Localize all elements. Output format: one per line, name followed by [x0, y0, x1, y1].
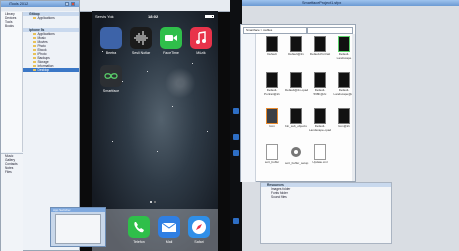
file-item[interactable]: Default-Landscape~ipad: [309, 108, 331, 132]
image-thumbnail: [314, 36, 326, 52]
infinity-icon: [104, 73, 118, 79]
battery-icon: [205, 15, 214, 18]
sidebar-tree: Gitbop Applications iphone 5s Applicatio…: [23, 12, 79, 72]
status-bar: Servis Yok 18:02: [92, 13, 218, 20]
document-icon: [314, 144, 326, 160]
image-thumbnail: [290, 36, 302, 52]
explorer-nav-pane: [241, 34, 256, 182]
sublime-icon: [266, 108, 278, 124]
side-button[interactable]: [233, 150, 239, 156]
dock-label: Telefon: [133, 240, 145, 244]
compass-icon: [192, 220, 206, 234]
file-grid: Default Default@2x Default-Portrait Defa…: [257, 36, 355, 181]
switcher-preview: [55, 214, 101, 244]
gear-icon: [291, 147, 301, 157]
music-icon[interactable]: [190, 27, 212, 49]
ide-title: SmartfaceProject1.sfpx: [302, 1, 342, 5]
status-carrier: Servis Yok: [95, 14, 114, 19]
file-item[interactable]: Update.xml: [309, 144, 331, 164]
image-thumbnail: [266, 72, 278, 88]
image-thumbnail: [314, 108, 326, 124]
file-item[interactable]: Default-Portrait: [309, 36, 331, 56]
file-item[interactable]: Default-Portrait@2x: [261, 72, 283, 96]
app-label: Müzik: [196, 51, 206, 55]
file-item[interactable]: Default@2x: [285, 36, 307, 56]
envelope-icon: [161, 222, 177, 232]
file-item[interactable]: Default-568h@2x: [309, 72, 331, 96]
file-item[interactable]: sort_buffer_setup: [285, 144, 308, 165]
close-button[interactable]: [71, 2, 75, 6]
side-button[interactable]: [233, 218, 239, 224]
side-button[interactable]: [233, 108, 239, 114]
status-time: 18:02: [148, 14, 159, 19]
image-thumbnail: [314, 72, 326, 88]
facetime-icon[interactable]: [160, 27, 182, 49]
file-item[interactable]: bin_sub_objects: [285, 108, 307, 128]
app-label: Beetra: [105, 51, 117, 55]
camera-icon: [165, 35, 177, 41]
side-tool-buttons: [232, 0, 240, 251]
file-explorer-window: Smartface > iosfiles Default Default@2x …: [240, 24, 356, 182]
side-button[interactable]: [233, 134, 239, 140]
tree-item[interactable]: Sound files: [261, 195, 391, 199]
app-label: Smartface: [102, 89, 120, 93]
folder-icon: [33, 16, 36, 20]
handset-icon: [134, 222, 144, 233]
file-item[interactable]: Icon: [261, 108, 283, 128]
mail-icon[interactable]: [158, 216, 180, 238]
file-item[interactable]: sort_buffer: [261, 144, 283, 164]
safari-icon[interactable]: [188, 216, 210, 238]
image-thumbnail: [338, 36, 350, 52]
project-tree-item[interactable]: Books: [1, 24, 22, 28]
image-thumbnail: [290, 72, 302, 88]
folder-app-icon[interactable]: [100, 27, 122, 49]
dock-label: Safari: [194, 240, 204, 244]
explorer-address-bar[interactable]: Smartface > iosfiles: [243, 27, 307, 34]
phone-screen[interactable]: Servis Yok 18:02 Beetra Sesli Notlar Fac…: [92, 11, 218, 251]
ide-titlebar: SmartfaceProject1.sfpx: [242, 0, 459, 6]
file-item[interactable]: Default@2x~ipad: [285, 72, 308, 92]
folder-icon: [33, 68, 36, 72]
image-thumbnail: [338, 108, 350, 124]
explorer-scrollbar[interactable]: [352, 34, 355, 181]
phone-icon[interactable]: [128, 216, 150, 238]
music-note-icon: [196, 31, 206, 44]
dock-label: Mail: [165, 240, 173, 244]
sidebar-toolbar: [1, 7, 79, 11]
switcher-titlebar: App Switcher: [51, 208, 105, 212]
tools-item[interactable]: Files: [1, 170, 23, 174]
image-thumbnail: [266, 36, 278, 52]
voice-memos-icon[interactable]: [130, 27, 152, 49]
sidebar-item-selected[interactable]: Desktop: [23, 68, 79, 72]
image-thumbnail: [338, 72, 350, 88]
document-icon: [266, 144, 278, 160]
image-thumbnail: [290, 108, 302, 124]
page-indicator: [150, 201, 162, 204]
waveform-icon: [134, 31, 148, 45]
left-window-title: iTools 2012: [9, 2, 29, 6]
smartface-icon[interactable]: [100, 65, 122, 87]
tools-panel: Music Gallery Contacts Notes Files: [1, 153, 23, 251]
minimize-button[interactable]: [65, 2, 69, 6]
app-label: Sesli Notlar: [131, 51, 151, 55]
project-tree-panel: Library Devices Tools Books: [1, 12, 23, 152]
app-switcher-card[interactable]: App Switcher: [50, 207, 106, 247]
app-label: FaceTime: [163, 51, 179, 55]
tree-panel: Resources Images folder Fonts folder Sou…: [260, 182, 392, 244]
explorer-search-box[interactable]: [307, 27, 353, 34]
file-item[interactable]: Default: [261, 36, 283, 56]
